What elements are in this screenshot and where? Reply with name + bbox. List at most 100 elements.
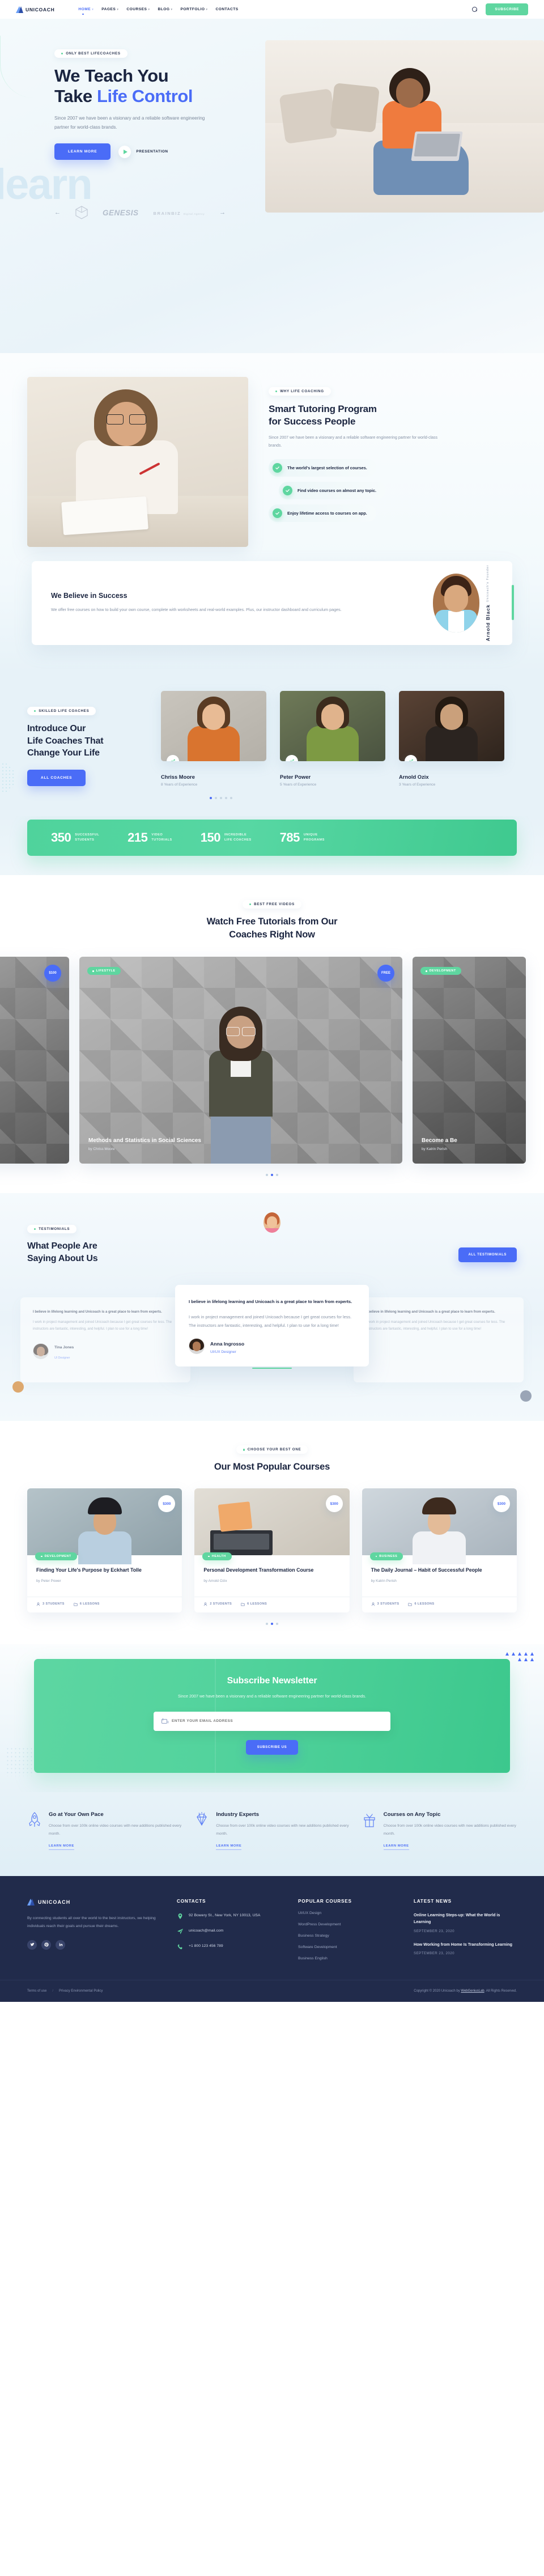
students-meta: 2 STUDENTS — [203, 1602, 232, 1606]
footer-news-item[interactable]: Online Learning Steps-up: What the World… — [414, 1912, 517, 1933]
pagination-dot[interactable] — [210, 797, 212, 799]
pagination-dot[interactable] — [225, 797, 227, 799]
perk-learn-more-link[interactable]: LEARN MORE — [216, 1844, 242, 1850]
share-icon[interactable] — [405, 755, 417, 761]
pagination-dot[interactable] — [215, 797, 217, 799]
testimonial-card-active[interactable]: I believe in lifelong learning and Unico… — [175, 1284, 369, 1369]
founder-role: Unicoach's Founder — [486, 565, 490, 602]
hero-eyebrow-badge: ONLY BEST LIFECOACHES — [54, 49, 128, 58]
pagination-dot[interactable] — [276, 1174, 278, 1177]
footer-course-link[interactable]: Software Development — [298, 1945, 394, 1949]
tutoring-title-line2: for Success People — [269, 416, 356, 427]
course-price-badge: $300 — [325, 1495, 343, 1513]
course-card[interactable]: $300 BUSINESS The Daily Journal – Habit … — [362, 1488, 517, 1612]
decorative-wave — [0, 36, 40, 98]
pagination-dot[interactable] — [271, 1174, 273, 1177]
share-icon[interactable] — [167, 755, 179, 761]
folder-icon — [408, 1603, 413, 1606]
rocket-icon — [27, 1811, 42, 1828]
twitter-icon[interactable] — [27, 1940, 37, 1950]
terms-of-use-link[interactable]: Terms of use — [27, 1989, 46, 1993]
arrow-right-icon[interactable]: → — [219, 209, 226, 216]
pagination-dot[interactable] — [276, 1622, 278, 1625]
nav-item-pages[interactable]: PAGES ▾ — [101, 7, 118, 11]
logo[interactable]: UNICOACH — [16, 6, 54, 13]
privacy-policy-link[interactable]: Privacy Environmental Policy — [59, 1989, 103, 1993]
nav-item-blog[interactable]: BLOG ▾ — [158, 7, 172, 11]
coach-card[interactable]: Peter Power 5 Years of Experience — [280, 691, 385, 787]
footer-course-link[interactable]: Business Strategy — [298, 1934, 394, 1938]
nav-item-portfolio[interactable]: PORTFOLIO ▾ — [181, 7, 208, 11]
video-card[interactable]: LIFESTYLE FREE Methods and Statistics in… — [79, 957, 402, 1164]
user-icon — [371, 1602, 375, 1606]
pagination-dot[interactable] — [220, 797, 222, 799]
nav-item-courses[interactable]: COURSES ▾ — [126, 7, 150, 11]
videos-section: BEST FREE VIDEOS Watch Free Tutorials fr… — [0, 875, 544, 1194]
pagination-dot[interactable] — [266, 1174, 268, 1177]
coach-card[interactable]: Arnold Ozix 3 Years of Experience — [399, 691, 504, 787]
testimonials-title: What People Are Saying About Us — [27, 1240, 214, 1265]
folder-icon — [241, 1603, 245, 1606]
contact-email[interactable]: unicoach@mail.com — [177, 1927, 279, 1934]
testimonial-card[interactable]: I believe in lifelong learning and Unico… — [20, 1297, 190, 1382]
video-card[interactable]: $100 — [0, 957, 69, 1164]
course-card[interactable]: $300 HEALTH Personal Development Transfo… — [194, 1488, 350, 1612]
footer-course-link[interactable]: UI/UX Design — [298, 1911, 394, 1915]
pagination-dot[interactable] — [266, 1622, 268, 1625]
search-icon[interactable] — [472, 6, 478, 12]
newsletter-subscribe-button[interactable]: SUBSCRIBE US — [245, 1739, 299, 1755]
believe-section: We Believe in Success We offer free cour… — [0, 561, 544, 672]
students-meta: 3 STUDENTS — [371, 1602, 400, 1606]
share-icon[interactable] — [286, 755, 298, 761]
testimonial-card[interactable]: I believe in lifelong learning and Unico… — [354, 1297, 524, 1382]
tutoring-subtitle: Since 2007 we have been a visionary and … — [269, 435, 438, 448]
chevron-down-icon: ▾ — [148, 7, 150, 11]
copyright-post: . All Rights Reserved. — [484, 1989, 517, 1993]
tutoring-title: Smart Tutoring Program for Success Peopl… — [269, 403, 517, 428]
perk-learn-more-link[interactable]: LEARN MORE — [383, 1844, 409, 1850]
courses-grid: $300 DEVELOPMENT Finding Your Life's Pur… — [27, 1488, 517, 1612]
footer-news-item[interactable]: How Working from Home Is Transforming Le… — [414, 1941, 517, 1956]
stat-number: 785 — [279, 830, 300, 844]
footer-news-column: LATEST NEWS Online Learning Steps-up: Wh… — [414, 1899, 517, 1960]
newsletter-field[interactable] — [154, 1711, 390, 1731]
lessons-meta: 6 LESSONS — [408, 1602, 434, 1606]
footer-course-link[interactable]: WordPress Development — [298, 1923, 394, 1926]
feature-label: Enjoy lifetime access to courses on app. — [287, 510, 367, 516]
all-testimonials-button[interactable]: ALL TESTIMONIALS — [458, 1247, 517, 1263]
pinterest-icon[interactable] — [41, 1940, 51, 1950]
footer-logo[interactable]: UNICOACH — [27, 1898, 158, 1906]
coaches-copy: SKILLED LIFE COACHES Introduce Our Life … — [27, 691, 146, 787]
footer-contacts-title: CONTACTS — [177, 1898, 206, 1904]
pagination-dot[interactable] — [230, 797, 232, 799]
badge-dot-icon — [34, 710, 36, 712]
nav-item-home[interactable]: HOME ▾ — [78, 7, 94, 15]
testimonial-role: UI/UX Designer — [210, 1349, 236, 1354]
subscribe-button[interactable]: SUBSCRIBE — [486, 3, 528, 15]
presentation-play-control[interactable]: PRESENTATION — [118, 145, 168, 158]
video-card[interactable]: DEVELOPMENT Become a Be by Katrin Perish — [413, 957, 526, 1164]
all-coaches-button[interactable]: ALL COACHES — [27, 770, 86, 787]
logo-triangle-icon — [16, 6, 23, 13]
pagination-dot[interactable] — [271, 1622, 273, 1625]
nav-item-contacts[interactable]: CONTACTS — [216, 7, 239, 11]
site-header: UNICOACH HOME ▾ PAGES ▾ COURSES ▾ BLOG ▾ POR… — [0, 0, 544, 19]
perk-learn-more-link[interactable]: LEARN MORE — [49, 1844, 74, 1850]
believe-card: We Believe in Success We offer free cour… — [32, 561, 514, 645]
course-card[interactable]: $300 DEVELOPMENT Finding Your Life's Pur… — [27, 1488, 182, 1612]
contact-phone[interactable]: +1 800 123 456 789 — [177, 1942, 279, 1950]
arrow-left-icon[interactable]: ← — [54, 209, 61, 216]
hero-image — [265, 40, 544, 213]
footer-course-link[interactable]: Business English — [298, 1957, 394, 1960]
coaches-eyebrow-badge: SKILLED LIFE COACHES — [27, 706, 96, 715]
copyright-link[interactable]: WebGeniusLab — [461, 1989, 484, 1993]
course-image: $300 HEALTH — [194, 1488, 350, 1561]
linkedin-icon[interactable] — [56, 1940, 65, 1950]
active-indicator — [252, 1367, 292, 1369]
user-icon — [36, 1602, 40, 1606]
coach-card[interactable]: Chriss Moore 8 Years of Experience — [161, 691, 266, 787]
email-input[interactable] — [172, 1719, 382, 1724]
learn-more-button[interactable]: LEARN MORE — [54, 143, 111, 160]
footer-logo-text: UNICOACH — [38, 1899, 71, 1905]
stat-label: UNIQUE PROGRAMS — [303, 833, 325, 842]
